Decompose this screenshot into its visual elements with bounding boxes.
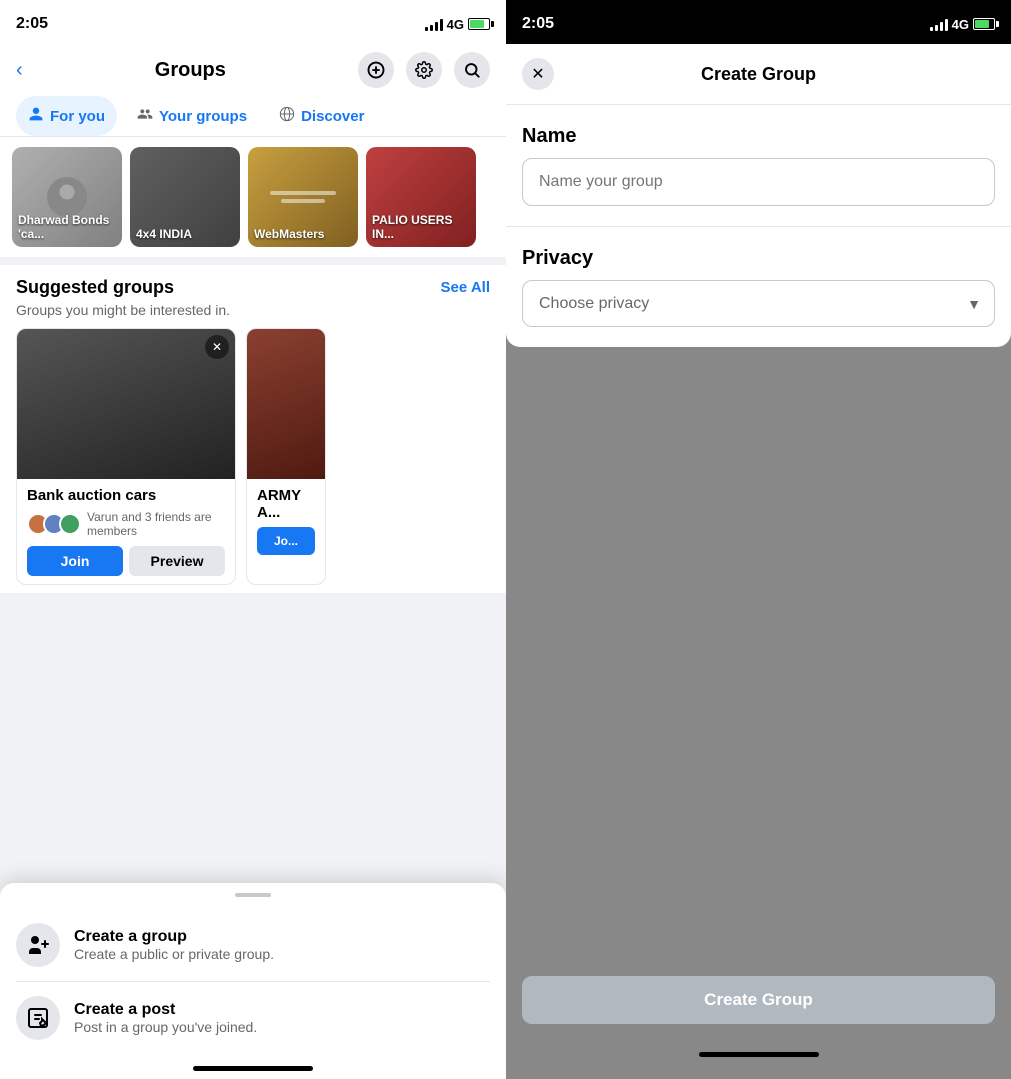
left-tabs: For you Your groups Discover [0, 96, 506, 137]
tab-for-you-icon [28, 106, 44, 126]
group-card-2: ARMY A... Jo... [246, 328, 326, 585]
card-1-buttons: Join Preview [27, 546, 225, 576]
group-thumbnails-row: Dharwad Bonds 'ca... 4x4 INDIA WebMaster… [0, 137, 506, 257]
card-1-image: ✕ [17, 329, 235, 479]
preview-button-1[interactable]: Preview [129, 546, 225, 576]
join-button-2[interactable]: Jo... [257, 527, 315, 555]
search-icon[interactable] [454, 52, 490, 88]
card-2-body: ARMY A... Jo... [247, 479, 325, 563]
header-action-icons [358, 52, 490, 88]
tab-discover-icon [279, 106, 295, 126]
signal-bars-left [425, 17, 443, 31]
add-group-icon[interactable] [358, 52, 394, 88]
right-panel: 2:05 4G ✕ Create Group Name Privacy [506, 0, 1011, 1079]
group-thumb-2-label: 4x4 INDIA [136, 227, 192, 241]
name-field-label: Name [522, 125, 995, 148]
tab-your-groups[interactable]: Your groups [125, 96, 259, 136]
left-status-time: 2:05 [16, 15, 48, 33]
group-thumb-3[interactable]: WebMasters [248, 147, 358, 247]
close-card-1-button[interactable]: ✕ [205, 335, 229, 359]
create-group-sheet-text: Create a group Create a public or privat… [74, 928, 274, 962]
create-group-modal: ✕ Create Group Name Privacy Choose priva… [506, 44, 1011, 347]
card-2-name: ARMY A... [257, 487, 315, 521]
create-group-button-area: Create Group [506, 960, 1011, 1040]
card-1-name: Bank auction cars [27, 487, 225, 504]
tab-discover[interactable]: Discover [267, 96, 376, 136]
tab-for-you[interactable]: For you [16, 96, 117, 136]
right-bottom-area: Create Group [506, 960, 1011, 1079]
card-1-members: Varun and 3 friends are members [27, 510, 225, 538]
groups-page-title: Groups [155, 59, 226, 82]
right-status-time: 2:05 [522, 15, 554, 33]
suggested-subtitle: Groups you might be interested in. [16, 302, 490, 318]
create-group-sheet-icon [16, 923, 60, 967]
see-all-link[interactable]: See All [441, 279, 490, 296]
group-thumb-4-label: PALIO USERS IN... [372, 213, 476, 241]
form-divider [506, 226, 1011, 227]
modal-title: Create Group [701, 64, 816, 85]
create-group-submit-button[interactable]: Create Group [522, 976, 995, 1024]
left-panel: 2:05 4G ‹ Groups [0, 0, 506, 1079]
home-indicator-left [193, 1066, 313, 1071]
member-avatar-3 [59, 513, 81, 535]
privacy-field-label: Privacy [522, 247, 995, 270]
group-thumb-1[interactable]: Dharwad Bonds 'ca... [12, 147, 122, 247]
create-post-sheet-item[interactable]: Create a post Post in a group you've joi… [0, 982, 506, 1054]
suggested-header: Suggested groups See All [16, 277, 490, 298]
network-label-left: 4G [447, 17, 464, 32]
group-thumb-4[interactable]: PALIO USERS IN... [366, 147, 476, 247]
create-post-sheet-icon [16, 996, 60, 1040]
back-button[interactable]: ‹ [16, 59, 23, 82]
create-group-sheet-subtitle: Create a public or private group. [74, 946, 274, 962]
member-avatars [27, 513, 81, 535]
right-status-bar: 2:05 4G [506, 0, 1011, 44]
left-status-icons: 4G [425, 17, 490, 32]
privacy-select-wrapper: Choose privacy Public Private Secret ▼ [522, 280, 995, 327]
privacy-select[interactable]: Choose privacy Public Private Secret [522, 280, 995, 327]
create-post-sheet-title: Create a post [74, 1001, 257, 1019]
signal-bars-right [930, 17, 948, 31]
settings-icon[interactable] [406, 52, 442, 88]
card-1-body: Bank auction cars Varun and 3 friends ar… [17, 479, 235, 584]
bottom-sheet: Create a group Create a public or privat… [0, 883, 506, 1079]
create-group-sheet-item[interactable]: Create a group Create a public or privat… [0, 909, 506, 981]
left-status-bar: 2:05 4G [0, 0, 506, 44]
right-status-icons: 4G [930, 17, 995, 32]
create-post-sheet-text: Create a post Post in a group you've joi… [74, 1001, 257, 1035]
group-thumb-2[interactable]: 4x4 INDIA [130, 147, 240, 247]
card-2-buttons: Jo... [257, 527, 315, 555]
suggested-groups-section: Suggested groups See All Groups you migh… [0, 265, 506, 593]
group-name-input[interactable] [522, 158, 995, 206]
group-cards: ✕ Bank auction cars Varun and 3 friends … [16, 328, 490, 585]
modal-overlay-gray [506, 347, 1011, 960]
battery-icon-left [468, 18, 490, 30]
battery-icon-right [973, 18, 995, 30]
suggested-title: Suggested groups [16, 277, 174, 298]
modal-header: ✕ Create Group [506, 44, 1011, 105]
tab-your-groups-icon [137, 106, 153, 126]
modal-close-button[interactable]: ✕ [522, 58, 554, 90]
tab-for-you-label: For you [50, 108, 105, 125]
create-group-sheet-title: Create a group [74, 928, 274, 946]
divider-1 [0, 257, 506, 265]
join-button-1[interactable]: Join [27, 546, 123, 576]
create-post-sheet-subtitle: Post in a group you've joined. [74, 1019, 257, 1035]
card-2-image [247, 329, 325, 479]
group-thumb-3-label: WebMasters [254, 227, 324, 241]
tab-discover-label: Discover [301, 108, 364, 125]
left-header: ‹ Groups [0, 44, 506, 96]
group-thumb-1-label: Dharwad Bonds 'ca... [18, 213, 122, 241]
home-indicator-right [699, 1052, 819, 1057]
card-1-member-text: Varun and 3 friends are members [87, 510, 225, 538]
group-card-1: ✕ Bank auction cars Varun and 3 friends … [16, 328, 236, 585]
network-label-right: 4G [952, 17, 969, 32]
sheet-handle [235, 893, 271, 897]
modal-body: Name Privacy Choose privacy Public Priva… [506, 105, 1011, 347]
tab-your-groups-label: Your groups [159, 108, 247, 125]
